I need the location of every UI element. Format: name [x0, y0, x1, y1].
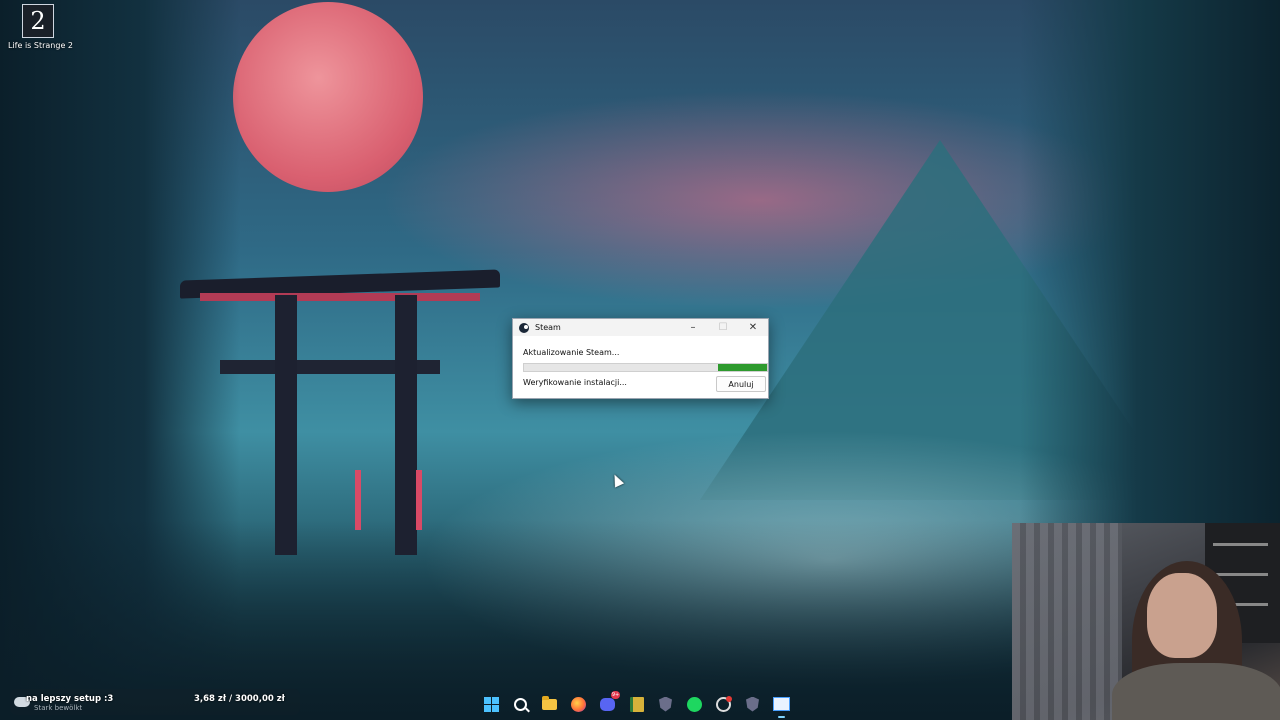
discord-badge: 9+ [611, 690, 620, 699]
minimize-button[interactable]: – [678, 319, 708, 336]
webcam-body [1112, 663, 1280, 720]
dialog-title: Steam [535, 323, 561, 332]
progress-fill [718, 364, 767, 371]
sheet-app-icon[interactable] [626, 694, 647, 715]
dialog-titlebar[interactable]: Steam – ☐ ✕ [513, 319, 768, 336]
obs-icon[interactable] [713, 694, 734, 715]
torii-gate [180, 255, 500, 555]
spotify-icon[interactable] [684, 694, 705, 715]
weather-text: Stark bewölkt [34, 704, 83, 712]
shield-app-icon[interactable] [655, 694, 676, 715]
firefox-icon[interactable] [568, 694, 589, 715]
desktop-icon-life-is-strange-2[interactable]: 2 Life is Strange 2 [8, 4, 74, 50]
update-progress-bar [523, 363, 768, 372]
donation-goal-widget: na lepszy setup :3 Stark bewölkt 3,68 zł… [10, 689, 300, 715]
goal-amount: 3,68 zł / 3000,00 zł [194, 694, 285, 704]
game-icon: 2 [22, 4, 54, 38]
webcam-curtain [1012, 523, 1122, 720]
windows-start-icon[interactable] [481, 694, 502, 715]
search-icon[interactable] [510, 694, 531, 715]
moon [233, 2, 423, 192]
close-button[interactable]: ✕ [738, 319, 768, 336]
file-explorer-icon[interactable] [539, 694, 560, 715]
steam-logo-icon [519, 322, 529, 333]
update-status-text: Aktualizowanie Steam... [523, 348, 620, 357]
discord-icon[interactable]: 9+ [597, 690, 620, 715]
cancel-button[interactable]: Anuluj [716, 376, 766, 392]
webcam-person [1147, 573, 1217, 658]
active-window-icon[interactable] [771, 694, 792, 718]
webcam-overlay [1012, 523, 1280, 720]
steam-update-dialog: Steam – ☐ ✕ Aktualizowanie Steam... Wery… [512, 318, 769, 399]
maximize-button: ☐ [718, 322, 728, 333]
goal-title: na lepszy setup :3 [26, 694, 114, 704]
taskbar: 9+ [481, 690, 792, 718]
desktop-icon-label: Life is Strange 2 [8, 41, 74, 50]
shield-app-2-icon[interactable] [742, 694, 763, 715]
